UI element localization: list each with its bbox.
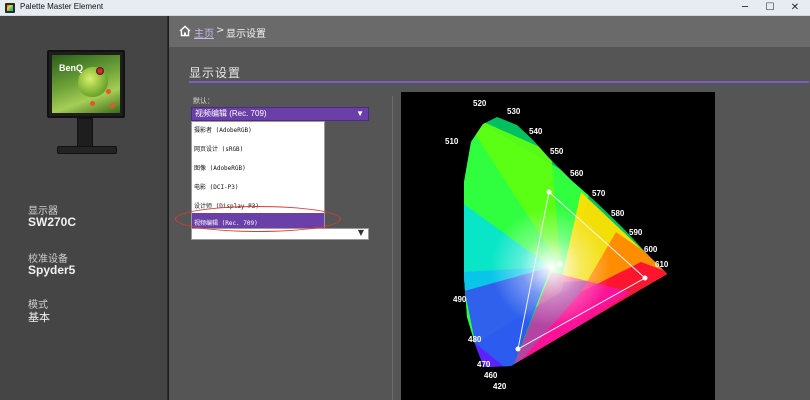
wavelength-label: 460: [484, 371, 498, 380]
color-mode-select-value: 视频编辑 (Rec. 709): [195, 109, 267, 118]
dropdown-option[interactable]: 电影 (DCI-P3): [194, 182, 239, 191]
wavelength-label: 560: [570, 169, 584, 178]
wavelength-label: 540: [529, 127, 543, 136]
gamut-vertex-red: [642, 275, 648, 281]
close-button[interactable]: ✕: [780, 0, 810, 16]
white-point: [557, 261, 563, 267]
gamut-diagram-panel: 520 530 540 510 550 560 570 580 590 600 610 490 480 4…: [401, 92, 715, 400]
wavelength-label: 420: [493, 382, 507, 391]
app-icon: [5, 3, 15, 13]
color-mode-select[interactable]: 视频编辑 (Rec. 709) ▼: [191, 107, 369, 121]
gamut-vertex-blue: [515, 346, 521, 352]
wavelength-label: 570: [592, 189, 606, 198]
wavelength-label: 580: [611, 209, 625, 218]
wavelength-label: 510: [445, 137, 459, 146]
wavelength-label: 590: [629, 228, 643, 237]
gamut-vertex-green: [546, 189, 552, 195]
wavelength-label: 610: [655, 260, 669, 269]
page-title: 显示设置: [189, 66, 242, 80]
mode-value: 基本: [28, 312, 50, 324]
home-icon[interactable]: [179, 25, 191, 37]
breadcrumb-home-link[interactable]: 主页: [194, 25, 214, 40]
wavelength-label: 480: [468, 335, 482, 344]
breadcrumb-separator: >: [216, 25, 225, 36]
wavelength-label: 470: [477, 360, 491, 369]
wavelength-label: 520: [473, 99, 487, 108]
calibration-value: Spyder5: [28, 263, 76, 277]
dropdown-option[interactable]: 摄影者 (AdobeRGB): [194, 125, 252, 134]
sidebar: BenQ 显示器 SW270C 校准设备 Spyder5 模式 基本: [0, 16, 168, 400]
display-value: SW270C: [28, 215, 77, 229]
main-content: 主页 > 显示设置 显示设置 默认： 视频编辑 (Rec. 709) ▼ 摄影者…: [169, 16, 810, 400]
window-title: Palette Master Element: [20, 2, 104, 11]
wavelength-label: 490: [453, 295, 467, 304]
divider: [392, 96, 393, 400]
title-underline: [189, 81, 809, 83]
title-bar: Palette Master Element ─ ☐ ✕: [0, 0, 810, 16]
wavelength-label: 600: [644, 245, 658, 254]
dropdown-option[interactable]: 图像 (AdobeRGB): [194, 163, 246, 172]
wavelength-label: 550: [550, 147, 564, 156]
chevron-down-icon: ▼: [357, 228, 364, 237]
chevron-down-icon: ▼: [356, 109, 364, 118]
cie-chromaticity-diagram: 520 530 540 510 550 560 570 580 590600 610 490 480 4…: [445, 99, 669, 391]
highlight-annotation: [175, 206, 341, 232]
wavelength-label: 530: [507, 107, 521, 116]
brand-logo: BenQ: [59, 63, 84, 73]
default-label: 默认：: [193, 97, 214, 105]
monitor-image: BenQ: [47, 50, 125, 175]
breadcrumb: 主页 > 显示设置: [169, 16, 810, 47]
dropdown-option[interactable]: 网页设计 (sRGB): [194, 144, 243, 153]
breadcrumb-current: 显示设置: [226, 29, 266, 40]
